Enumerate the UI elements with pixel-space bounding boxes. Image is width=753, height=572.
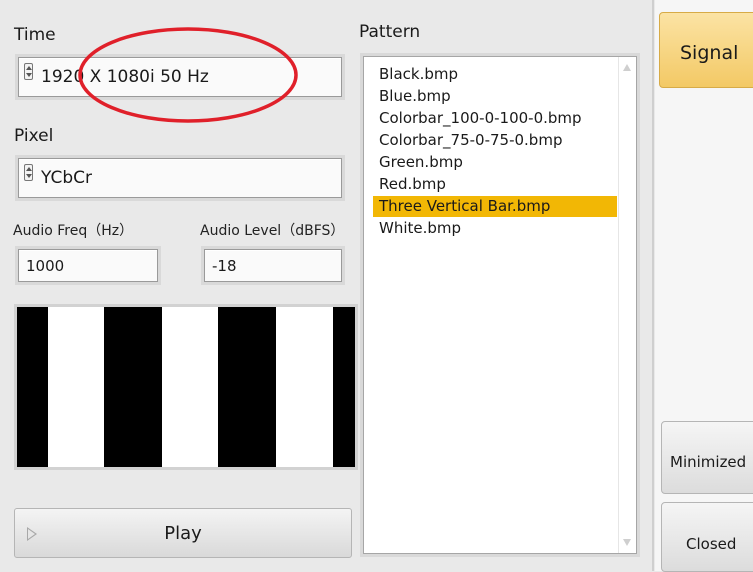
preview-bar — [276, 307, 333, 467]
signal-button[interactable]: Signal — [659, 12, 753, 88]
preview-bar — [48, 307, 104, 467]
pattern-item[interactable]: Blue.bmp — [373, 86, 617, 107]
audio-freq-input[interactable]: 1000 — [18, 249, 158, 282]
time-field[interactable]: 1920 X 1080i 50 Hz — [18, 57, 342, 97]
pattern-item[interactable]: Black.bmp — [373, 64, 617, 85]
audio-freq-label: Audio Freq（Hz） — [13, 223, 134, 239]
time-spinner-icon[interactable] — [24, 63, 33, 80]
pattern-item[interactable]: Red.bmp — [373, 174, 617, 195]
audio-level-label: Audio Level（dBFS） — [200, 223, 345, 239]
pattern-list[interactable]: Black.bmp Blue.bmp Colorbar_100-0-100-0.… — [363, 56, 637, 554]
pattern-item[interactable]: Three Vertical Bar.bmp — [373, 196, 617, 217]
pixel-value: YCbCr — [41, 168, 92, 188]
time-value: 1920 X 1080i 50 Hz — [41, 67, 209, 87]
time-label: Time — [14, 25, 56, 45]
pattern-item[interactable]: Green.bmp — [373, 152, 617, 173]
preview-bar — [104, 307, 162, 467]
preview-bar — [218, 307, 276, 467]
audio-level-input[interactable]: -18 — [204, 249, 342, 282]
scroll-up-icon[interactable] — [623, 64, 631, 71]
preview-bar — [333, 307, 355, 467]
pixel-field[interactable]: YCbCr — [18, 158, 342, 198]
minimized-button[interactable]: Minimized — [661, 421, 753, 494]
pattern-item[interactable]: Colorbar_75-0-75-0.bmp — [373, 130, 617, 151]
pixel-label: Pixel — [14, 126, 54, 146]
preview-bar — [162, 307, 218, 467]
audio-freq-value: 1000 — [26, 256, 65, 275]
minimized-label: Minimized — [670, 453, 747, 471]
panel-divider — [652, 0, 654, 571]
audio-level-value: -18 — [212, 256, 237, 275]
preview-bar — [17, 307, 48, 467]
pattern-scrollbar[interactable] — [618, 57, 636, 553]
closed-label: Closed — [686, 535, 737, 553]
pattern-item[interactable]: Colorbar_100-0-100-0.bmp — [373, 108, 617, 129]
scroll-down-icon[interactable] — [623, 539, 631, 546]
signal-label: Signal — [680, 42, 739, 64]
closed-button[interactable]: Closed — [661, 502, 753, 572]
play-label: Play — [164, 523, 202, 544]
pattern-label: Pattern — [359, 22, 421, 42]
pattern-preview — [14, 304, 358, 470]
play-button[interactable]: Play — [14, 508, 352, 558]
pixel-spinner-icon[interactable] — [24, 164, 33, 181]
pattern-item[interactable]: White.bmp — [373, 218, 617, 239]
